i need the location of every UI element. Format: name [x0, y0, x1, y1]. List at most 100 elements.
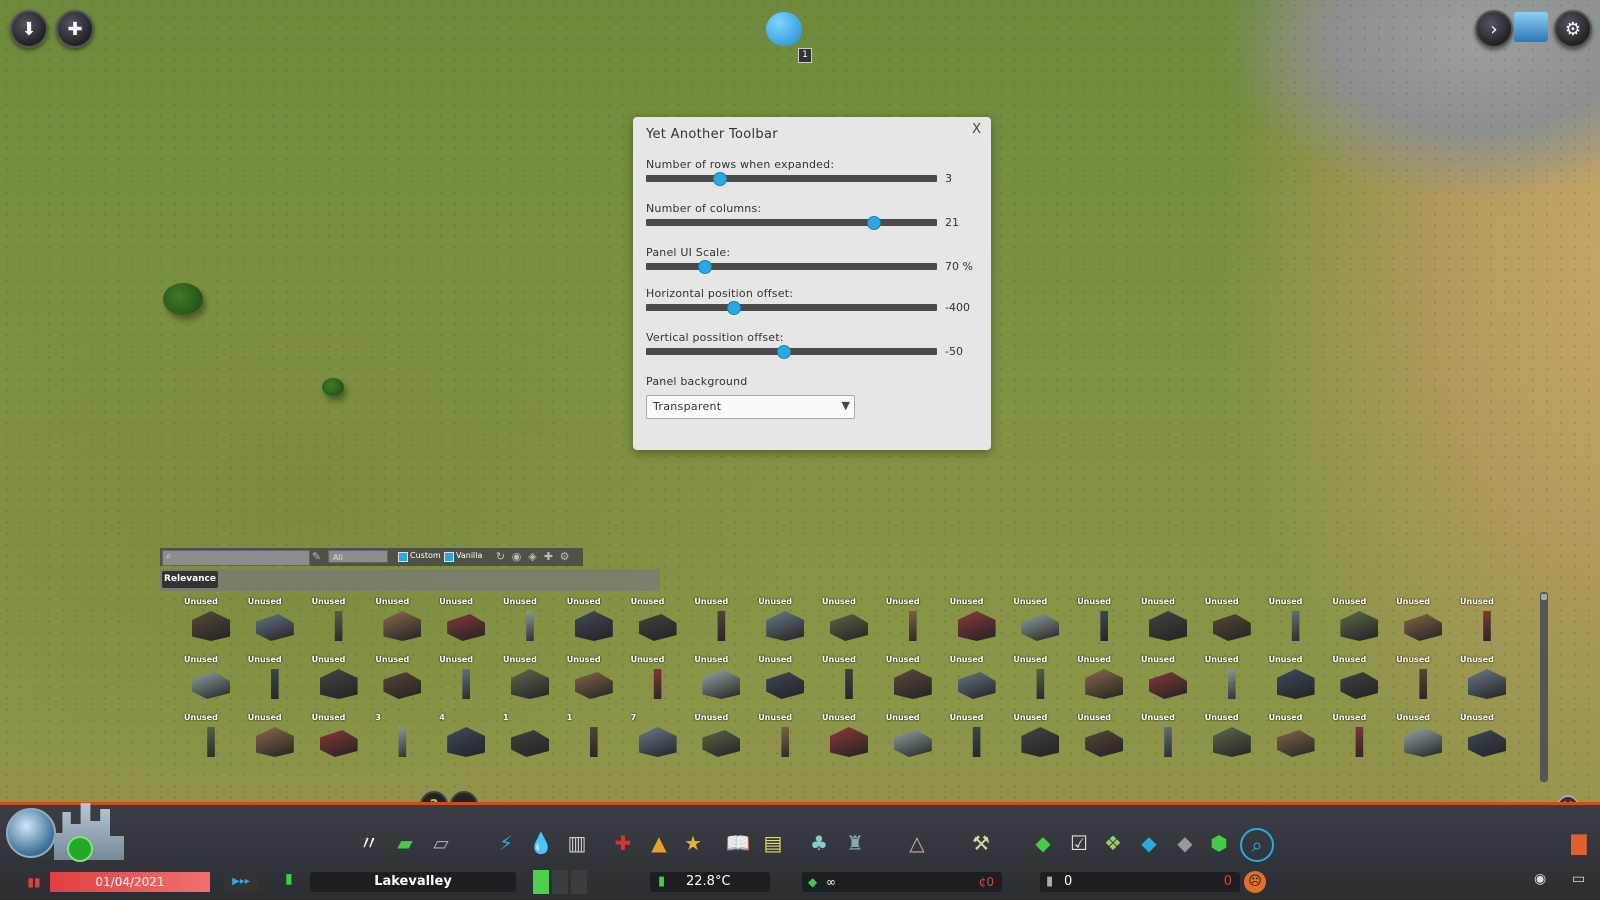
asset-thumbnail[interactable]: Unused — [690, 713, 752, 769]
asset-thumbnail[interactable]: Unused — [1328, 713, 1390, 769]
asset-scrollbar[interactable] — [1540, 592, 1548, 782]
asset-thumbnail[interactable]: Unused — [1137, 597, 1199, 653]
slider-thumb[interactable] — [776, 345, 791, 359]
asset-thumbnail[interactable]: Unused — [1073, 597, 1135, 653]
asset-thumbnail[interactable]: 1 — [563, 713, 625, 769]
gear-icon[interactable]: ⚙ — [558, 550, 571, 563]
find-it-search-icon[interactable]: ⌕ — [1240, 828, 1274, 862]
asset-thumbnail[interactable]: Unused — [754, 713, 816, 769]
camera-icon[interactable]: ◉ — [1534, 871, 1546, 887]
location-icon[interactable]: ◉ — [510, 550, 523, 563]
info-views-icon[interactable]: ✚ — [56, 10, 94, 48]
asset-thumbnail[interactable]: Unused — [1265, 655, 1327, 711]
zoning-icon[interactable]: ▰ — [392, 830, 418, 856]
asset-thumbnail[interactable]: Unused — [180, 655, 242, 711]
asset-thumbnail[interactable]: Unused — [563, 597, 625, 653]
plus-icon[interactable]: ✚ — [542, 550, 555, 563]
water-icon[interactable]: 💧 — [528, 830, 554, 856]
slider-thumb[interactable] — [866, 216, 881, 230]
asset-thumbnail[interactable]: Unused — [180, 713, 242, 769]
asset-thumbnail[interactable]: Unused — [180, 597, 242, 653]
asset-thumbnail[interactable]: Unused — [818, 597, 880, 653]
fire-icon[interactable]: ▲ — [646, 830, 672, 856]
vertical-offset-slider[interactable] — [646, 345, 937, 359]
asset-thumbnail[interactable]: Unused — [499, 655, 561, 711]
slider-thumb[interactable] — [698, 260, 713, 274]
budget-chart-icon[interactable]: ▇ — [1566, 830, 1592, 856]
custom-checkbox[interactable] — [398, 552, 408, 562]
unlock-icon[interactable]: ⬇ — [10, 10, 48, 48]
asset-thumbnail[interactable]: 7 — [627, 713, 689, 769]
vanilla-checkbox[interactable] — [444, 552, 454, 562]
asset-thumbnail[interactable]: Unused — [754, 655, 816, 711]
asset-thumbnail[interactable]: 1 — [499, 713, 561, 769]
asset-thumbnail[interactable]: Unused — [882, 655, 944, 711]
asset-thumbnail[interactable]: Unused — [244, 713, 306, 769]
area-icon[interactable]: ❖ — [1100, 830, 1126, 856]
disaster-icon[interactable]: △ — [904, 830, 930, 856]
slider-thumb[interactable] — [727, 301, 742, 315]
asset-thumbnail[interactable]: Unused — [818, 713, 880, 769]
asset-thumbnail[interactable]: Unused — [563, 655, 625, 711]
asset-thumbnail[interactable]: Unused — [1265, 713, 1327, 769]
relevance-sort-button[interactable]: Relevance — [162, 571, 218, 588]
asset-thumbnail[interactable]: Unused — [1456, 655, 1518, 711]
asset-thumbnail[interactable]: Unused — [690, 655, 752, 711]
asset-thumbnail[interactable]: Unused — [882, 713, 944, 769]
horizontal-offset-slider[interactable] — [646, 301, 937, 315]
asset-thumbnail[interactable]: Unused — [308, 655, 370, 711]
asset-thumbnail[interactable]: 4 — [435, 713, 497, 769]
asset-thumbnail[interactable]: Unused — [1009, 655, 1071, 711]
slider-thumb[interactable] — [712, 172, 727, 186]
asset-thumbnail[interactable]: Unused — [244, 655, 306, 711]
happiness-icon[interactable]: ☹ — [1244, 871, 1266, 893]
asset-thumbnail[interactable]: Unused — [1328, 655, 1390, 711]
asset-thumbnail[interactable]: Unused — [308, 713, 370, 769]
roads-icon[interactable]: 〃 — [356, 830, 382, 856]
asset-thumbnail[interactable]: Unused — [1456, 597, 1518, 653]
asset-thumbnail[interactable]: Unused — [435, 597, 497, 653]
asset-thumbnail[interactable]: Unused — [435, 655, 497, 711]
asset-thumbnail[interactable]: Unused — [1009, 597, 1071, 653]
asset-thumbnail[interactable]: Unused — [946, 597, 1008, 653]
money-icon[interactable]: ◆ — [1030, 830, 1056, 856]
asset-thumbnail[interactable]: Unused — [499, 597, 561, 653]
ui-scale-slider[interactable] — [646, 260, 937, 274]
asset-thumbnail[interactable]: Unused — [946, 713, 1008, 769]
asset-thumbnail[interactable]: 3 — [371, 713, 433, 769]
chirper-icon[interactable]: 1 — [762, 8, 812, 63]
asset-thumbnail[interactable]: Unused — [627, 655, 689, 711]
asset-thumbnail[interactable]: Unused — [946, 655, 1008, 711]
city-globe-icon[interactable] — [6, 808, 56, 858]
asset-thumbnail[interactable]: Unused — [1201, 655, 1263, 711]
asset-thumbnail[interactable]: Unused — [1073, 713, 1135, 769]
healthcare-icon[interactable]: ✚ — [610, 830, 636, 856]
asset-thumbnail[interactable]: Unused — [690, 597, 752, 653]
asset-thumbnail[interactable]: Unused — [1265, 597, 1327, 653]
garbage-icon[interactable]: ▥ — [564, 830, 590, 856]
landscaping-icon[interactable]: ⚒ — [968, 830, 994, 856]
parks-icon[interactable]: ♣ — [806, 830, 832, 856]
search-input[interactable]: ⌕ — [162, 550, 310, 566]
gear-icon[interactable]: ⚙ — [1554, 10, 1592, 48]
districts-icon[interactable]: ▱ — [428, 830, 454, 856]
electricity-icon[interactable]: ⚡ — [493, 830, 519, 856]
asset-thumbnail[interactable]: Unused — [1392, 655, 1454, 711]
info-view-icon[interactable]: ◆ — [1136, 830, 1162, 856]
asset-thumbnail[interactable]: Unused — [1392, 713, 1454, 769]
columns-slider[interactable] — [646, 216, 937, 230]
tag-icon[interactable]: ◈ — [526, 550, 539, 563]
city-name[interactable]: Lakevalley — [310, 872, 516, 892]
asset-thumbnail[interactable]: Unused — [1137, 655, 1199, 711]
asset-thumbnail[interactable]: Unused — [1009, 713, 1071, 769]
education-icon[interactable]: 📖 — [725, 830, 751, 856]
money-display[interactable]: ◆ ∞ ¢0 — [802, 872, 1002, 892]
milestone-icon[interactable] — [67, 836, 93, 862]
pause-button[interactable]: ▮▮ — [22, 872, 46, 892]
asset-thumbnail[interactable]: Unused — [818, 655, 880, 711]
asset-thumbnail[interactable]: Unused — [1328, 597, 1390, 653]
policies-icon[interactable]: ☑ — [1066, 830, 1092, 856]
map-icon[interactable]: ⬢ — [1206, 830, 1232, 856]
speed-button[interactable]: ▶▸▸ — [224, 872, 258, 892]
asset-thumbnail[interactable]: Unused — [1201, 597, 1263, 653]
